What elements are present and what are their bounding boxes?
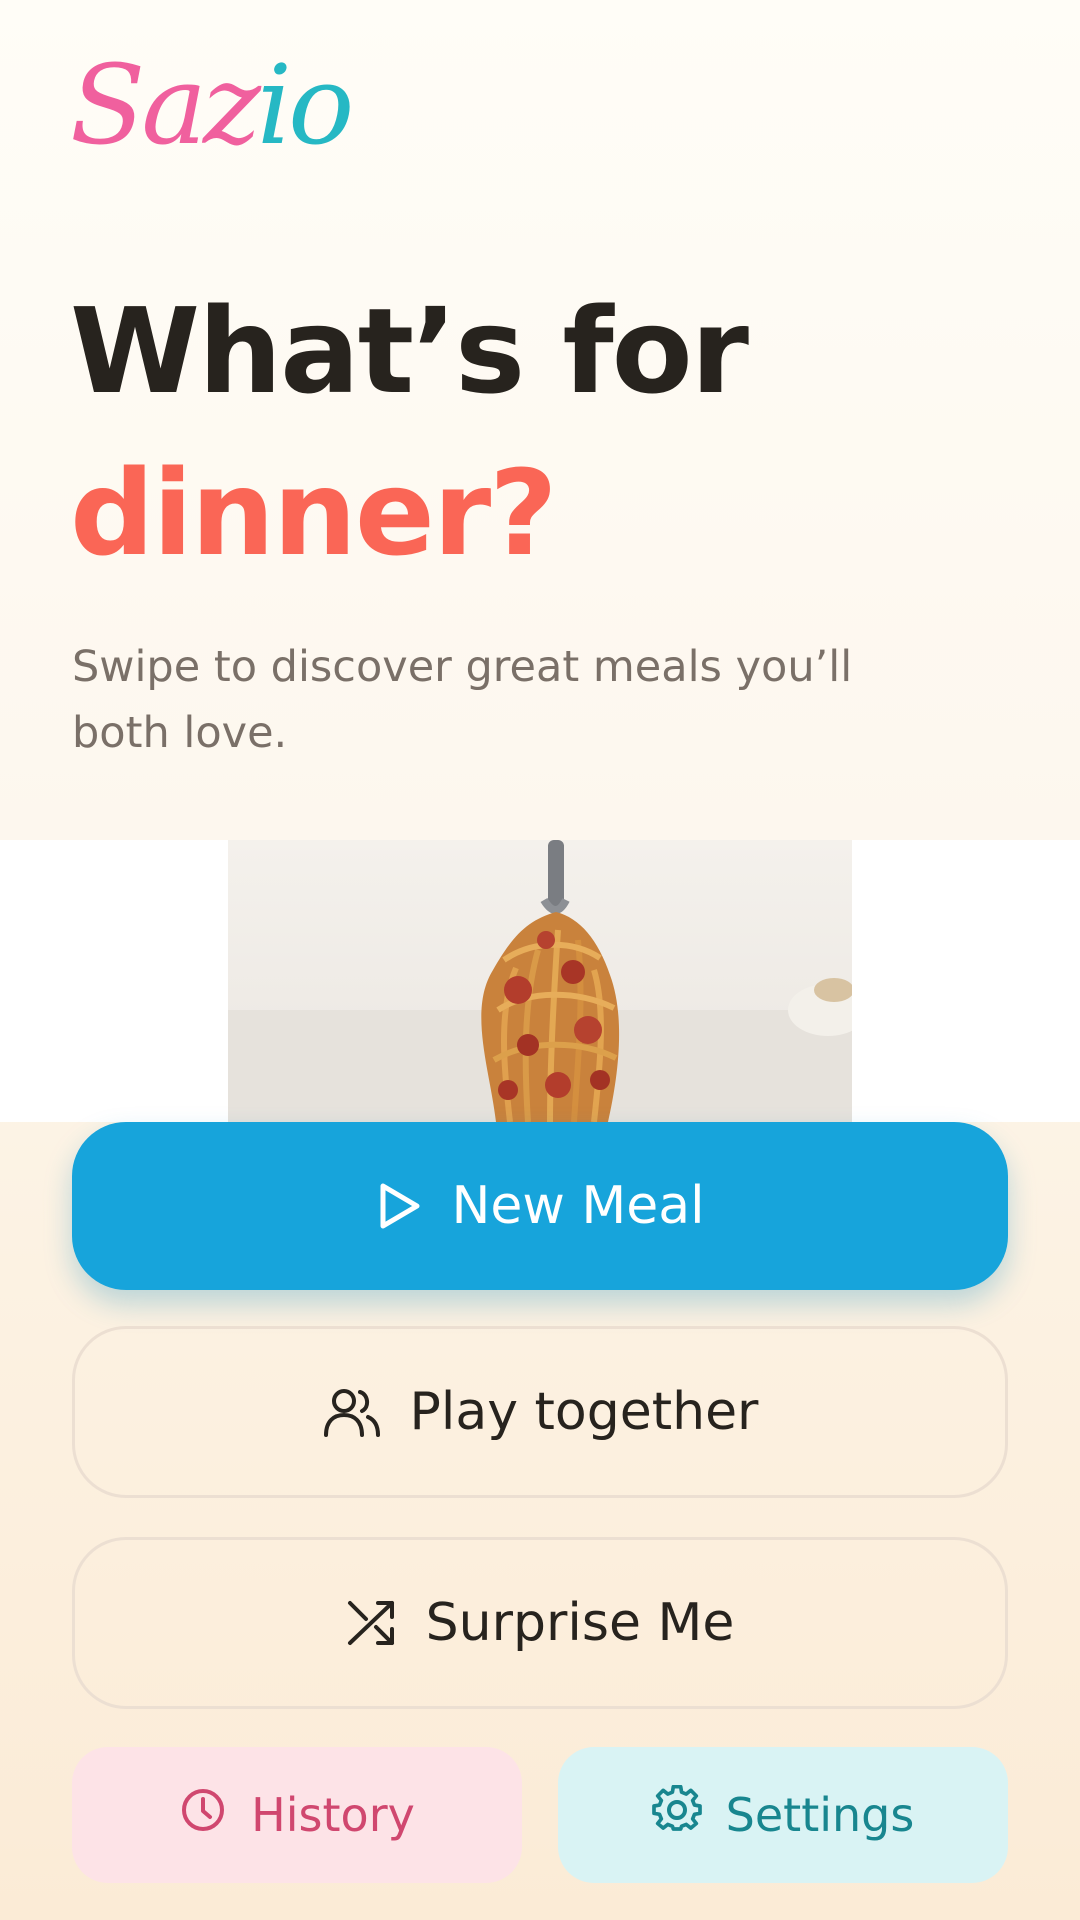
new-meal-label: New Meal (451, 1176, 705, 1236)
users-icon (322, 1385, 382, 1439)
history-button[interactable]: History (72, 1747, 522, 1883)
gear-icon (651, 1784, 702, 1846)
spaghetti-photo (228, 840, 852, 1122)
spaghetti-fork-image (228, 840, 852, 1122)
play-icon (375, 1180, 423, 1232)
history-label: History (251, 1788, 415, 1842)
clock-icon (179, 1786, 227, 1845)
logo-text-part2: io (256, 41, 354, 169)
surprise-me-label: Surprise Me (425, 1593, 735, 1653)
app-logo: Sazio (70, 50, 354, 160)
surprise-me-button[interactable]: Surprise Me (72, 1537, 1008, 1709)
new-meal-button[interactable]: New Meal (72, 1122, 1008, 1290)
settings-label: Settings (725, 1788, 915, 1842)
play-together-button[interactable]: Play together (72, 1326, 1008, 1498)
page-title: What’s for dinner? (70, 270, 749, 594)
headline-line1: What’s for (70, 282, 749, 420)
shuffle-icon (346, 1597, 398, 1649)
logo-text-part1: Saz (70, 41, 261, 169)
settings-button[interactable]: Settings (558, 1747, 1008, 1883)
headline-line2: dinner? (70, 444, 558, 582)
play-together-label: Play together (409, 1382, 759, 1442)
subtitle: Swipe to discover great meals you’ll bot… (72, 642, 853, 758)
hero-image-band (0, 840, 1080, 1122)
